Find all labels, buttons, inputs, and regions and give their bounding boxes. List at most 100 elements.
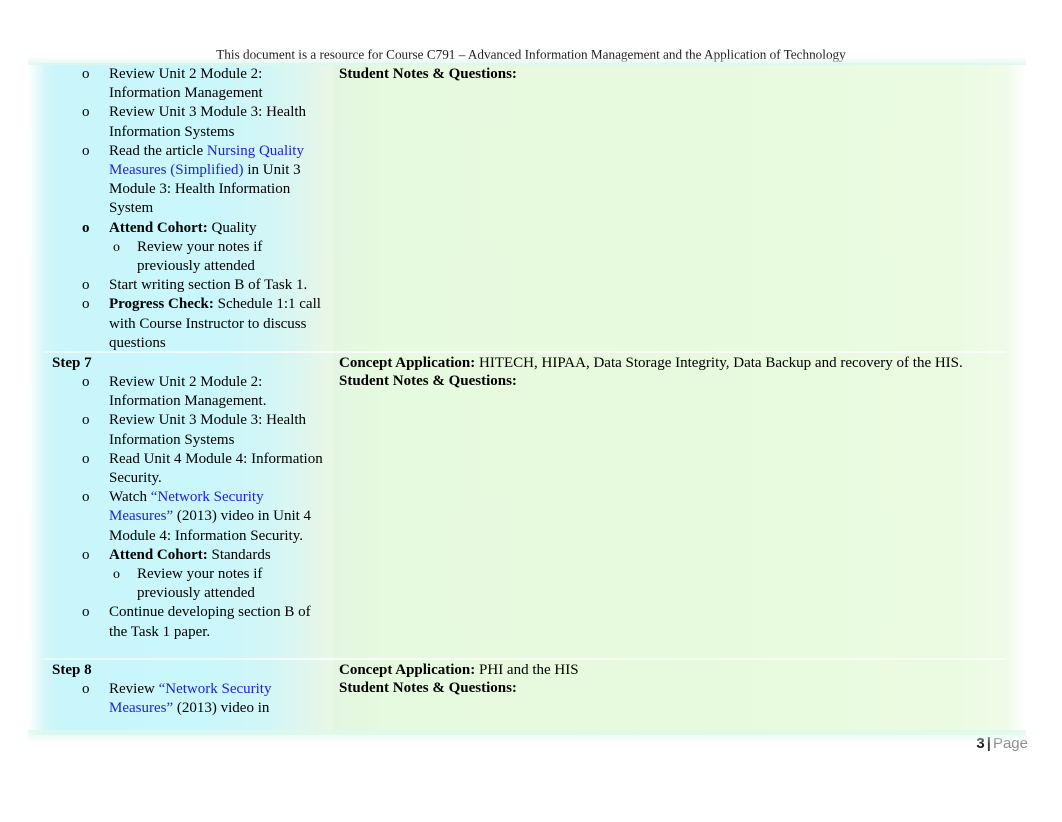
task-list-cell: Step 8 o Review “Network Security Measures… xyxy=(44,659,333,735)
table-row: Step 8 o Review “Network Security Measures… xyxy=(28,659,1026,735)
list-item-body: Review Unit 3 Module 3: Health Informati… xyxy=(109,104,307,140)
list-item-text: Review Unit 3 Module 3: Health Informati… xyxy=(109,104,306,139)
sub-list: o Review your notes if previously attende… xyxy=(109,565,329,603)
list-item-lead: Progress Check: xyxy=(109,296,214,313)
notes-line-lead: Student Notes & Questions: xyxy=(339,66,517,82)
notes-cell[interactable]: Student Notes & Questions: xyxy=(333,63,1006,352)
sub-list: o Review your notes if previously attende… xyxy=(109,238,329,276)
list-item: o Review Unit 3 Module 3: Health Informat… xyxy=(48,103,329,141)
list-item-posttext: (2013) video in xyxy=(173,700,270,717)
bullet-marker-icon: o xyxy=(82,104,90,121)
list-item-body: Continue developing section B of the Tas… xyxy=(109,604,311,640)
list-item: o Progress Check: Schedule 1:1 call with … xyxy=(48,295,329,353)
task-list: o Review Unit 2 Module 2: Information Man… xyxy=(48,65,329,353)
bullet-marker-icon: o xyxy=(82,219,90,236)
task-list-content: Step 8 o Review “Network Security Measures… xyxy=(44,659,333,722)
notes-line: Student Notes & Questions: xyxy=(337,372,1002,390)
list-item-body: Review Unit 3 Module 3: Health Informati… xyxy=(109,412,307,448)
list-item: o Attend Cohort: Standards o Review your no… xyxy=(48,546,329,604)
list-item-body: Quality xyxy=(207,219,257,236)
list-item: o Attend Cohort: Quality o Review your note… xyxy=(48,219,329,277)
notes-line-lead: Student Notes & Questions: xyxy=(339,373,517,390)
task-list-content: o Review Unit 2 Module 2: Information Man… xyxy=(44,63,333,357)
bullet-marker-icon: o xyxy=(82,604,90,621)
task-list-cell: Step 7 o Review Unit 2 Module 2: Informati… xyxy=(44,352,333,659)
notes-content: Concept Application: HITECH, HIPAA, Data… xyxy=(333,352,1006,395)
notes-line: Student Notes & Questions: xyxy=(337,65,1002,83)
list-item: o Continue developing section B of the Ta… xyxy=(48,603,329,641)
list-item-text: Review Unit 3 Module 3: Health Informati… xyxy=(109,412,306,447)
bullet-marker-icon: o xyxy=(82,142,90,159)
bullet-marker-icon: o xyxy=(82,66,90,82)
list-item-text: Attend Cohort: Quality xyxy=(109,220,257,236)
list-item-pretext: Watch xyxy=(109,489,151,506)
notes-line-body: PHI and the HIS xyxy=(475,662,579,678)
notes-line-lead: Concept Application: xyxy=(339,355,476,371)
list-item: o Read the article Nursing Quality Measur… xyxy=(48,142,329,219)
list-item-body: Review Unit 2 Module 2: Information Mana… xyxy=(109,374,267,410)
list-item-pretext: Review xyxy=(109,681,159,697)
task-list-content: Step 7 o Review Unit 2 Module 2: Informati… xyxy=(44,352,333,646)
notes-line: Concept Application: HITECH, HIPAA, Data… xyxy=(337,354,1002,372)
list-item-body: Review Unit 2 Module 2: Information Mana… xyxy=(109,66,263,102)
notes-line: Concept Application: PHI and the HIS xyxy=(337,661,1002,679)
notes-content: Student Notes & Questions: xyxy=(333,63,1006,87)
bullet-marker-icon: o xyxy=(113,567,120,583)
notes-line-lead: Concept Application: xyxy=(339,662,476,678)
list-item-text: Progress Check: Schedule 1:1 call with C… xyxy=(109,296,321,350)
list-item: o Start writing section B of Task 1. xyxy=(48,276,329,295)
list-item-body: Start writing section B of Task 1. xyxy=(109,277,308,294)
list-item-text: Attend Cohort: Standards xyxy=(109,547,271,563)
step-label: Step 8 xyxy=(52,662,92,678)
notes-cell[interactable]: Concept Application: PHI and the HIS Stud… xyxy=(333,659,1006,735)
footer-separator: | xyxy=(986,735,991,752)
list-item-body: Standards xyxy=(207,546,271,563)
sub-list-item-text: Review your notes if previously attended xyxy=(137,566,263,602)
list-item: o Review “Network Security Measures” (201… xyxy=(48,680,329,718)
list-item: o Review Unit 3 Module 3: Health Informat… xyxy=(48,411,329,449)
list-item-pretext: Read the article xyxy=(109,142,207,159)
list-item-text: Read the article Nursing Quality Measure… xyxy=(109,143,304,217)
notes-content: Concept Application: PHI and the HIS Stud… xyxy=(333,659,1006,702)
bullet-marker-icon: o xyxy=(82,374,90,390)
bullet-marker-icon: o xyxy=(82,296,90,313)
bullet-marker-icon: o xyxy=(82,681,90,697)
footer-page-word: Page xyxy=(992,735,1028,752)
task-list: o Review Unit 2 Module 2: Information Man… xyxy=(48,373,329,642)
task-list-cell: o Review Unit 2 Module 2: Information Man… xyxy=(44,63,333,352)
bullet-marker-icon: o xyxy=(113,239,120,255)
bullet-marker-icon: o xyxy=(82,450,90,467)
table-row: o Review Unit 2 Module 2: Information Man… xyxy=(28,63,1026,352)
footer-page-number: 3 xyxy=(976,735,985,752)
task-list: o Review “Network Security Measures” (201… xyxy=(48,680,329,718)
list-item-body: Read Unit 4 Module 4: Information Securi… xyxy=(109,450,323,487)
list-item-lead: Attend Cohort: xyxy=(109,219,208,236)
list-item-text: Read Unit 4 Module 4: Information Securi… xyxy=(109,451,323,486)
list-item-text: Review Unit 2 Module 2: Information Mana… xyxy=(109,374,266,409)
list-item: o Review Unit 2 Module 2: Information Man… xyxy=(48,65,329,103)
list-item-text: Watch “Network Security Measures” (2013)… xyxy=(109,489,311,543)
step-label: Step 7 xyxy=(52,355,92,371)
list-item: o Read Unit 4 Module 4: Information Secur… xyxy=(48,450,329,488)
list-item: o Watch “Network Security Measures” (2013… xyxy=(48,488,329,546)
document-header-note: This document is a resource for Course C… xyxy=(216,47,846,62)
table-row: Step 7 o Review Unit 2 Module 2: Informati… xyxy=(28,352,1026,659)
bullet-marker-icon: o xyxy=(82,277,90,294)
notes-line: Student Notes & Questions: xyxy=(337,679,1002,697)
notes-cell[interactable]: Concept Application: HITECH, HIPAA, Data… xyxy=(333,352,1006,659)
list-item-text: Review Unit 2 Module 2: Information Mana… xyxy=(109,66,263,101)
notes-line-body: HITECH, HIPAA, Data Storage Integrity, D… xyxy=(475,355,963,371)
list-item: o Review Unit 2 Module 2: Information Man… xyxy=(48,373,329,411)
list-item-text: Review “Network Security Measures” (2013… xyxy=(109,681,271,716)
bullet-marker-icon: o xyxy=(82,412,90,429)
page-footer: 3 | Page xyxy=(0,734,1028,754)
bullet-marker-icon: o xyxy=(82,546,90,563)
notes-line-lead: Student Notes & Questions: xyxy=(339,680,517,697)
list-item-text: Continue developing section B of the Tas… xyxy=(109,604,311,639)
bullet-marker-icon: o xyxy=(82,489,90,506)
list-item-text: Start writing section B of Task 1. xyxy=(109,277,307,293)
list-item-lead: Attend Cohort: xyxy=(109,546,208,563)
sub-list-item: o Review your notes if previously attende… xyxy=(109,238,329,276)
sub-list-item: o Review your notes if previously attende… xyxy=(109,565,329,603)
sub-list-item-text: Review your notes if previously attended xyxy=(137,238,263,275)
